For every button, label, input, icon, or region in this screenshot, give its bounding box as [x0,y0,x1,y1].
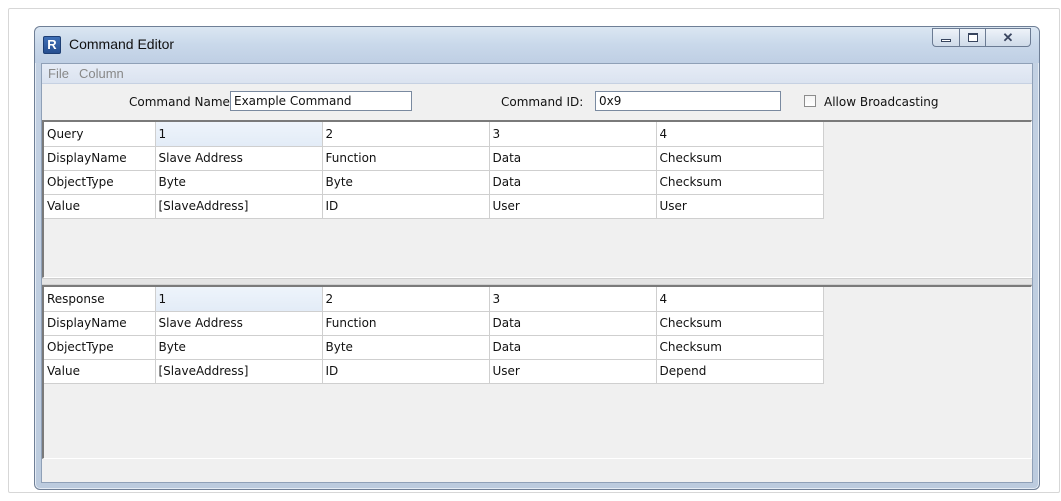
response-row-header[interactable]: Response [44,287,156,312]
table-cell[interactable]: ID [322,359,490,384]
row-label[interactable]: Value [44,194,156,219]
row-label[interactable]: DisplayName [44,311,156,336]
table-cell[interactable]: [SlaveAddress] [155,359,323,384]
table-row: Value [SlaveAddress] ID User Depend [44,359,824,384]
query-table: Query 1 2 3 4 DisplayName Slave Address … [44,122,824,219]
table-cell[interactable]: Checksum [656,335,824,360]
command-name-field[interactable] [230,91,412,111]
query-grid: Query 1 2 3 4 DisplayName Slave Address … [42,120,1032,278]
allow-broadcasting-checkbox[interactable] [804,95,816,107]
row-label[interactable]: ObjectType [44,335,156,360]
table-cell[interactable]: 1 [155,122,323,147]
minimize-button[interactable] [932,28,959,47]
table-cell[interactable]: Function [322,146,490,171]
table-cell[interactable]: Checksum [656,146,824,171]
table-cell[interactable]: Byte [322,335,490,360]
grid-splitter[interactable] [42,278,1032,285]
table-cell[interactable]: 2 [322,122,490,147]
table-cell[interactable]: Byte [322,170,490,195]
table-cell[interactable]: Data [489,170,657,195]
menu-bar: File Column [42,64,1032,84]
command-editor-window: R Command Editor ✕ File Column Command Na… [34,26,1040,490]
table-cell[interactable]: Byte [155,170,323,195]
command-properties: Command Name: Command ID: Allow Broadcas… [42,84,1032,118]
table-cell[interactable]: 2 [322,287,490,312]
table-cell[interactable]: 3 [489,287,657,312]
menu-file[interactable]: File [42,64,74,82]
command-name-label: Command Name: [129,95,234,109]
table-cell[interactable]: Function [322,311,490,336]
query-row-header[interactable]: Query [44,122,156,147]
table-cell[interactable]: Data [489,335,657,360]
menu-column[interactable]: Column [74,64,129,82]
app-r-icon: R [43,36,61,54]
maximize-button[interactable] [959,28,985,47]
table-cell[interactable]: Slave Address [155,146,323,171]
table-cell[interactable]: Checksum [656,311,824,336]
table-cell[interactable]: User [489,359,657,384]
table-cell[interactable]: 3 [489,122,657,147]
table-row: Query 1 2 3 4 [44,122,824,147]
table-cell[interactable]: 4 [656,122,824,147]
response-table: Response 1 2 3 4 DisplayName Slave Addre… [44,287,824,384]
table-row: ObjectType Byte Byte Data Checksum [44,335,824,360]
table-cell[interactable]: Byte [155,335,323,360]
close-button[interactable]: ✕ [985,28,1031,47]
table-cell[interactable]: 4 [656,287,824,312]
table-cell[interactable]: Slave Address [155,311,323,336]
table-cell[interactable]: Data [489,146,657,171]
table-row: DisplayName Slave Address Function Data … [44,311,824,336]
table-cell[interactable]: Depend [656,359,824,384]
table-cell[interactable]: Checksum [656,170,824,195]
command-id-label: Command ID: [501,95,584,109]
title-bar[interactable]: R Command Editor ✕ [35,27,1039,63]
row-label[interactable]: DisplayName [44,146,156,171]
client-area: FileColumn Command Name: Command ID: All… [41,63,1033,483]
response-grid: Response 1 2 3 4 DisplayName Slave Addre… [42,285,1032,459]
table-cell[interactable]: [SlaveAddress] [155,194,323,219]
table-row: ObjectType Byte Byte Data Checksum [44,170,824,195]
minimize-icon [941,39,951,42]
row-label[interactable]: ObjectType [44,170,156,195]
table-cell[interactable]: ID [322,194,490,219]
app-icon-letter: R [47,37,57,52]
table-row: Response 1 2 3 4 [44,287,824,312]
table-cell[interactable]: Data [489,311,657,336]
row-label[interactable]: Value [44,359,156,384]
table-row: DisplayName Slave Address Function Data … [44,146,824,171]
maximize-icon [967,33,978,42]
command-id-field[interactable] [595,91,781,111]
allow-broadcasting-label: Allow Broadcasting [824,95,939,109]
close-icon: ✕ [1002,30,1014,45]
table-cell[interactable]: User [656,194,824,219]
table-cell[interactable]: 1 [155,287,323,312]
table-row: Value [SlaveAddress] ID User User [44,194,824,219]
window-controls: ✕ [932,28,1031,48]
table-cell[interactable]: User [489,194,657,219]
window-title: Command Editor [69,36,175,52]
